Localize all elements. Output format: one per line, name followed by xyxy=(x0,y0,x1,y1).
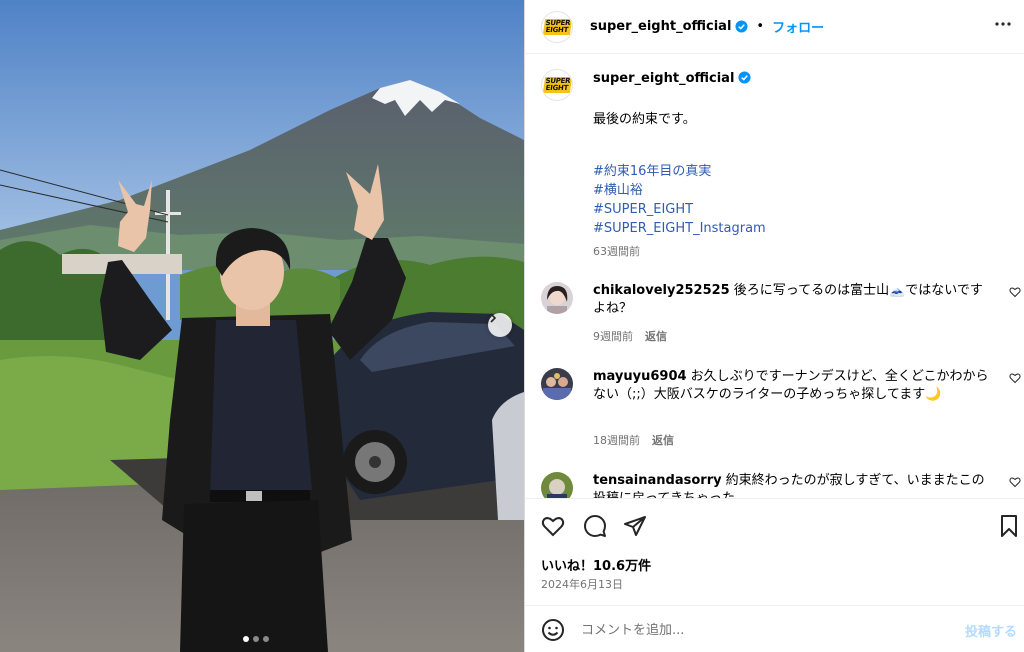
hashtag-link[interactable]: #約束16年目の真実 xyxy=(593,162,766,181)
avatar[interactable] xyxy=(541,282,573,314)
comment-timestamp: 18週間前 xyxy=(593,434,640,447)
brand-logo: SUPER EIGHT xyxy=(542,77,572,93)
comment-body: chikalovely252525 後ろに写ってるのは富士山🗻ではないですよね？ xyxy=(593,282,993,318)
post-header: SUPER EIGHT super_eight_official • フォロー xyxy=(525,0,1024,54)
comment-input[interactable] xyxy=(581,618,941,642)
avatar[interactable] xyxy=(541,368,573,400)
heart-icon[interactable] xyxy=(1009,476,1021,488)
comment-icon[interactable] xyxy=(583,514,607,538)
caption-text: 最後の約束です。 xyxy=(593,112,696,127)
post-panel: SUPER EIGHT super_eight_official • フォロー S… xyxy=(524,0,1024,652)
hashtag-link[interactable]: #SUPER_EIGHT xyxy=(593,200,766,219)
post-actions: いいね！10.6万件 2024年6月13日 xyxy=(525,498,1024,605)
carousel-dot xyxy=(243,636,249,642)
photo-illustration xyxy=(0,0,524,652)
chevron-right-icon xyxy=(490,313,497,323)
more-options-button[interactable] xyxy=(991,12,1015,36)
hashtag-list: #約束16年目の真実 #横山裕 #SUPER_EIGHT #SUPER_EIGH… xyxy=(593,162,766,238)
comments-feed[interactable]: SUPER EIGHT super_eight_official 最後の約束です。… xyxy=(525,55,1024,498)
verified-badge-icon xyxy=(738,71,751,84)
avatar[interactable]: SUPER EIGHT xyxy=(541,69,573,101)
comment-username[interactable]: chikalovely252525 xyxy=(593,283,730,298)
comment-body: tensainandasorry約束終わったのが寂しすぎて、いままたこの投稿に戻… xyxy=(593,472,993,498)
heart-icon[interactable] xyxy=(1009,286,1021,298)
hashtag-link[interactable]: #SUPER_EIGHT_Instagram xyxy=(593,219,766,238)
follow-button[interactable]: フォロー xyxy=(772,17,824,36)
carousel-indicator xyxy=(243,636,269,642)
caption-timestamp: 63週間前 xyxy=(593,245,640,258)
comment-username[interactable]: tensainandasorry xyxy=(593,473,722,488)
like-count[interactable]: いいね！10.6万件 xyxy=(541,555,651,574)
share-icon[interactable] xyxy=(623,514,647,538)
comment-body: mayuyu6904 お久しぶりですーナンデスけど、全くどこかわからない（;;）大… xyxy=(593,368,993,404)
reply-button[interactable]: 返信 xyxy=(645,330,667,343)
avatar[interactable]: SUPER EIGHT xyxy=(541,10,573,43)
carousel-dot xyxy=(253,636,259,642)
comment-timestamp: 9週間前 xyxy=(593,330,633,343)
heart-icon[interactable] xyxy=(1009,372,1021,384)
bookmark-icon[interactable] xyxy=(997,514,1021,538)
brand-logo: SUPER EIGHT xyxy=(542,18,572,35)
separator: • xyxy=(756,19,765,34)
heart-icon[interactable] xyxy=(541,514,565,538)
comment-meta: 18週間前 返信 xyxy=(593,432,674,448)
caption-username[interactable]: super_eight_official xyxy=(593,71,734,86)
avatar-image xyxy=(541,282,573,314)
comment-username[interactable]: mayuyu6904 xyxy=(593,369,687,384)
comment-meta: 9週間前 返信 xyxy=(593,328,667,344)
hashtag-link[interactable]: #横山裕 xyxy=(593,181,766,200)
carousel-dot xyxy=(263,636,269,642)
avatar-image xyxy=(541,472,573,498)
caption-username-row: super_eight_official xyxy=(593,71,751,86)
post-comment-button[interactable]: 投稿する xyxy=(965,621,1017,640)
header-username[interactable]: super_eight_official xyxy=(590,19,731,34)
post-date: 2024年6月13日 xyxy=(541,578,623,591)
emoji-icon[interactable] xyxy=(541,618,565,642)
verified-badge-icon xyxy=(735,20,748,33)
reply-button[interactable]: 返信 xyxy=(652,434,674,447)
comment-composer: 投稿する xyxy=(525,605,1024,652)
more-icon xyxy=(995,22,1011,26)
carousel-next-button[interactable] xyxy=(488,313,512,337)
avatar[interactable] xyxy=(541,472,573,498)
post-photo[interactable] xyxy=(0,0,524,652)
avatar-image xyxy=(541,368,573,400)
